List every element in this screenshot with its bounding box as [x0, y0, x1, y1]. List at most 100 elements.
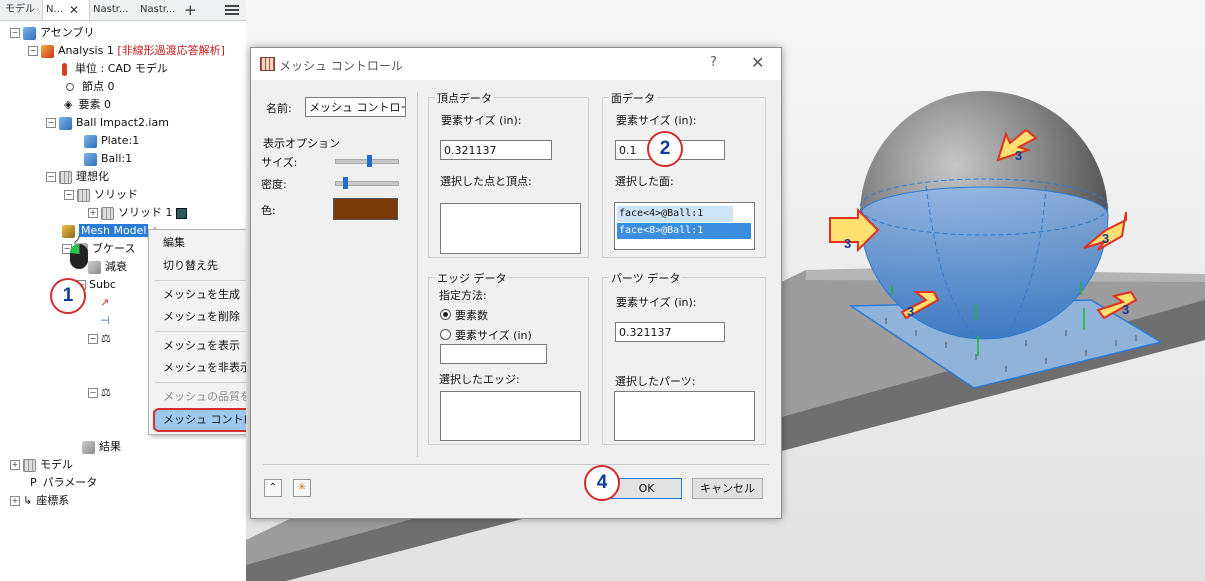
node-icon [66, 83, 74, 91]
tree-item-nodes[interactable]: 節点 0 [66, 78, 115, 96]
vertex-selected-label: 選択した点と頂点: [440, 175, 532, 188]
collapse-icon[interactable]: − [88, 334, 98, 344]
edge-value-input[interactable] [440, 344, 547, 364]
callout-3-label: 3 [1015, 148, 1022, 163]
coordinate-system-icon: ↳ [23, 494, 33, 507]
slider-thumb[interactable] [367, 155, 372, 167]
collapse-icon[interactable]: − [46, 118, 56, 128]
expand-icon[interactable]: + [10, 496, 20, 506]
part-icon [84, 152, 97, 166]
tree-item-model[interactable]: + モデル [10, 456, 73, 474]
tree-label: Subc [89, 278, 116, 291]
mesh-grid-icon [260, 57, 275, 71]
vertex-size-label: 要素サイズ (in): [441, 114, 522, 127]
vertex-data-group: 頂点データ 要素サイズ (in): 0.321137 選択した点と頂点: [428, 90, 589, 258]
close-tab-icon[interactable]: ✕ [69, 0, 79, 20]
constraint-icon: ⊣ [100, 314, 110, 327]
tab-nastran-2[interactable]: Nastr... [90, 0, 131, 20]
tree-item-units[interactable]: 単位 : CAD モデル [58, 60, 168, 78]
slider-thumb[interactable] [343, 177, 348, 189]
collapse-icon[interactable]: − [88, 388, 98, 398]
vertex-selection-list[interactable] [440, 203, 581, 254]
mouse-icon [70, 236, 88, 269]
close-icon[interactable]: ✕ [751, 53, 764, 72]
callout-3-label: 3 [907, 304, 914, 319]
dialog-title: メッシュ コントロール [279, 59, 403, 73]
tree-item-damping[interactable]: 減衰 [88, 258, 127, 276]
tree-label: 座標系 [36, 494, 70, 507]
tree-item-load[interactable]: ↗ [100, 294, 109, 312]
tree-item-group-b[interactable]: − ⚖ [88, 384, 111, 402]
cancel-button[interactable]: キャンセル [692, 478, 763, 499]
tree-item-plate[interactable]: Plate:1 [84, 132, 139, 150]
vertex-data-title: 頂点データ [435, 90, 494, 106]
callout-3-label: 3 [1102, 231, 1109, 246]
tree-label: Plate:1 [101, 134, 140, 147]
radio-element-count[interactable] [440, 309, 451, 320]
list-item[interactable]: face<4>@Ball:1 [617, 206, 733, 222]
tab-nastran-active[interactable]: N... ✕ [42, 0, 90, 20]
color-swatch[interactable] [333, 198, 398, 220]
color-label: 色: [261, 204, 276, 217]
tab-nastran-3[interactable]: Nastr... [137, 0, 178, 20]
results-icon [82, 440, 95, 454]
expand-icon[interactable]: + [10, 460, 20, 470]
edge-method-label: 指定方法: [439, 289, 487, 302]
reset-button[interactable]: ✳ [293, 479, 311, 497]
dialog-title-bar: メッシュ コントロール ? ✕ [251, 48, 781, 80]
ok-button[interactable]: OK [611, 478, 682, 499]
callout-4: 4 [584, 465, 620, 501]
face-selection-list[interactable]: face<4>@Ball:1 face<8>@Ball:1 [614, 202, 755, 250]
tree-item-ball-impact[interactable]: − Ball Impact2.iam [46, 114, 169, 132]
tree-item-elements[interactable]: ◈ 要素 0 [64, 96, 111, 114]
collapse-icon[interactable]: − [10, 28, 20, 38]
tree-item-constraint[interactable]: ⊣ [100, 312, 110, 330]
tree-item-parameters[interactable]: P パラメータ [30, 474, 97, 492]
tree-label: ソリッド 1 [118, 206, 173, 219]
collapse-icon[interactable]: − [46, 172, 56, 182]
menu-label: 切り替え先 [163, 259, 218, 272]
tree-label: 理想化 [76, 170, 109, 183]
assembly-icon [59, 116, 72, 130]
callout-1: 1 [50, 278, 86, 314]
edge-selected-label: 選択したエッジ: [439, 373, 520, 386]
tree-item-assembly[interactable]: − アセンブリ [10, 24, 94, 42]
part-size-input[interactable]: 0.321137 [615, 322, 725, 342]
radio-element-size[interactable] [440, 329, 451, 340]
tree-item-ball[interactable]: Ball:1 [84, 150, 132, 168]
collapse-button[interactable]: ⌃ [264, 479, 282, 497]
parameter-icon: P [30, 476, 37, 489]
size-slider[interactable] [335, 155, 399, 167]
tree-item-group-a[interactable]: − ⚖ [88, 330, 111, 348]
tree-item-analysis[interactable]: − Analysis 1 [非線形過渡応答解析] [28, 42, 225, 60]
density-slider[interactable] [335, 177, 399, 189]
collapse-icon[interactable]: − [28, 46, 38, 56]
size-label: サイズ: [261, 156, 298, 169]
tree-label: 要素 0 [78, 98, 111, 111]
add-tab-icon[interactable]: + [184, 0, 197, 20]
tree-label: アセンブリ [40, 26, 95, 39]
name-input[interactable]: メッシュ コントロール [305, 97, 406, 117]
tree-item-solid[interactable]: − ソリッド [64, 186, 138, 204]
browser-tab-bar: モデル N... ✕ Nastr... Nastr... + [0, 0, 246, 21]
part-selection-list[interactable] [614, 391, 755, 441]
hamburger-menu-icon[interactable] [225, 3, 239, 17]
expand-icon[interactable]: + [88, 208, 98, 218]
tab-model[interactable]: モデル [2, 0, 38, 20]
tree-item-results[interactable]: 結果 [82, 438, 121, 456]
face-selected-label: 選択した面: [615, 175, 674, 188]
solid-icon [77, 188, 90, 202]
edge-selection-list[interactable] [440, 391, 581, 441]
vertical-separator [417, 92, 418, 457]
help-button[interactable]: ? [710, 55, 717, 70]
list-item-selected[interactable]: face<8>@Ball:1 [617, 223, 751, 239]
part-size-label: 要素サイズ (in): [616, 296, 697, 309]
analysis-type-label: [非線形過渡応答解析] [117, 44, 225, 57]
tree-item-solid1[interactable]: + ソリッド 1 [88, 204, 187, 222]
star-burst-icon: ✳ [297, 482, 307, 493]
tree-item-idealization[interactable]: − 理想化 [46, 168, 109, 186]
tree-item-coordinates[interactable]: + ↳ 座標系 [10, 492, 69, 510]
collapse-icon[interactable]: − [64, 190, 74, 200]
vertex-size-input[interactable]: 0.321137 [440, 140, 552, 160]
idealization-icon [59, 170, 72, 184]
